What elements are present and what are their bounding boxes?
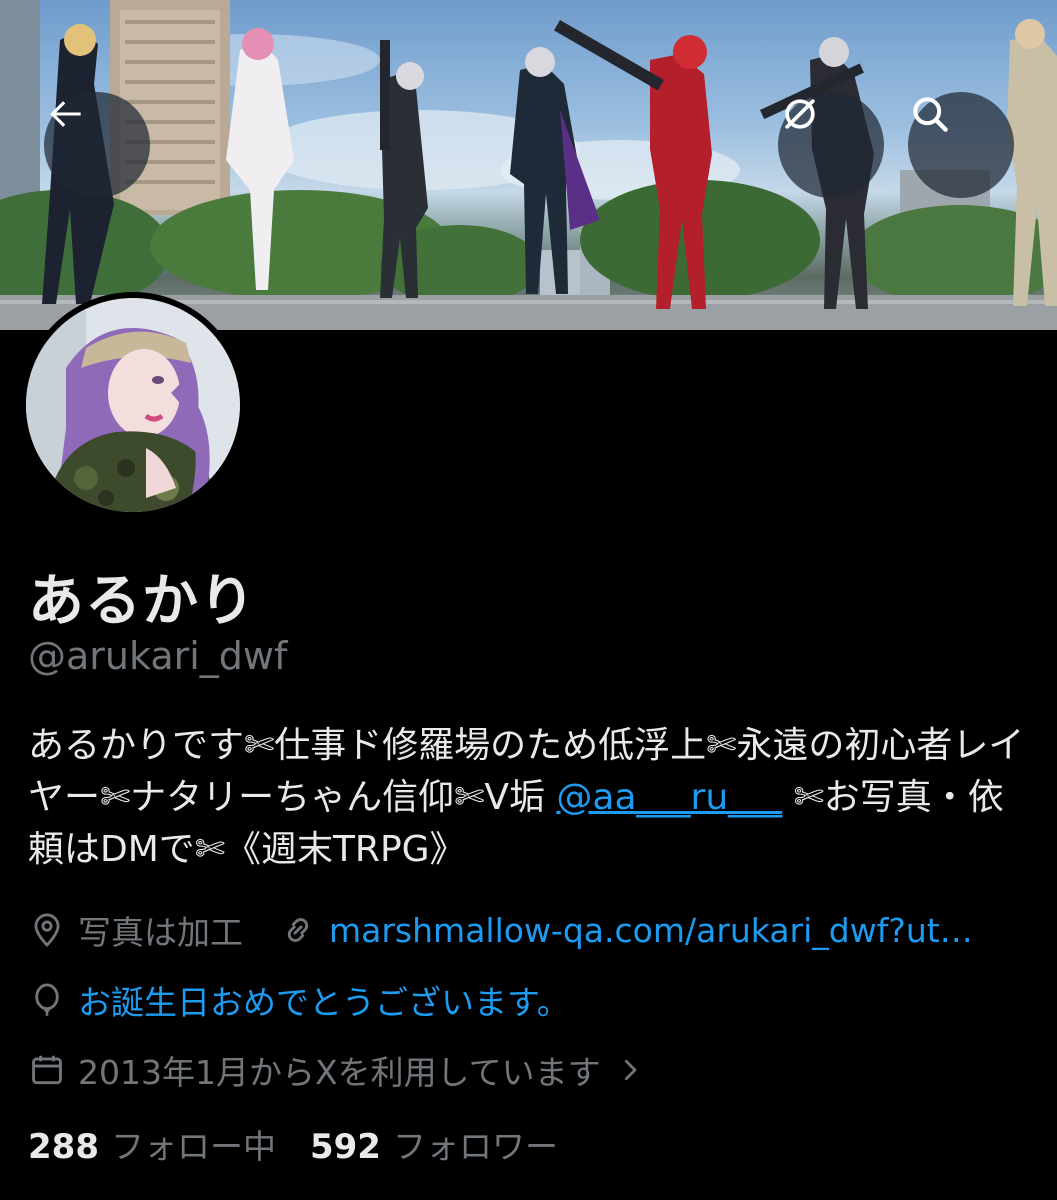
search-button[interactable] [908,92,1014,198]
birthday-row: お誕生日おめでとうございます。 [28,976,570,1024]
search-icon [913,97,948,132]
profile-bio: あるかりです✄仕事ド修羅場のため低浮上✄永遠の初心者レイヤー✄ナタリーちゃん信仰… [28,720,1038,876]
no-filter-icon [785,99,815,129]
follow-stats: 288 フォロー中 592 フォロワー [28,1120,592,1168]
avatar[interactable] [20,292,246,518]
location-text: 写真は加工 [78,913,243,952]
followers-link[interactable]: 592 フォロワー [310,1120,558,1168]
avatar-image [26,298,240,512]
following-count: 288 [28,1127,99,1167]
filter-toggle-button[interactable] [778,92,884,198]
following-label: フォロー中 [110,1127,276,1166]
link-icon [287,918,309,942]
bio-mention-link[interactable]: @aa___ru___ [556,777,782,818]
followers-count: 592 [309,1127,381,1167]
location-item: 写真は加工 [28,906,243,954]
joined-row[interactable]: 2013年1月からXを利用しています [28,1046,657,1094]
profile-meta-row: 写真は加工 marshmallow-qa.com/arukari_dwf?ut… [28,906,1009,954]
username-handle: @arukari_dwf [28,634,288,678]
profile-banner[interactable] [0,0,1057,330]
website-item[interactable]: marshmallow-qa.com/arukari_dwf?ut… [279,911,973,950]
chevron-right-icon [624,1059,636,1081]
balloon-icon [35,983,59,1016]
birthday-text[interactable]: お誕生日おめでとうございます。 [78,976,570,1024]
followers-label: フォロワー [392,1127,558,1166]
website-link[interactable]: marshmallow-qa.com/arukari_dwf?ut… [329,911,973,950]
following-link[interactable]: 288 フォロー中 [28,1120,276,1168]
banner-image [0,0,1057,330]
back-button[interactable] [44,92,150,198]
location-pin-icon [34,913,60,948]
joined-text: 2013年1月からXを利用しています [78,1053,601,1092]
calendar-icon [32,1055,62,1085]
display-name: あるかり [28,569,256,634]
arrow-left-icon [50,101,81,127]
